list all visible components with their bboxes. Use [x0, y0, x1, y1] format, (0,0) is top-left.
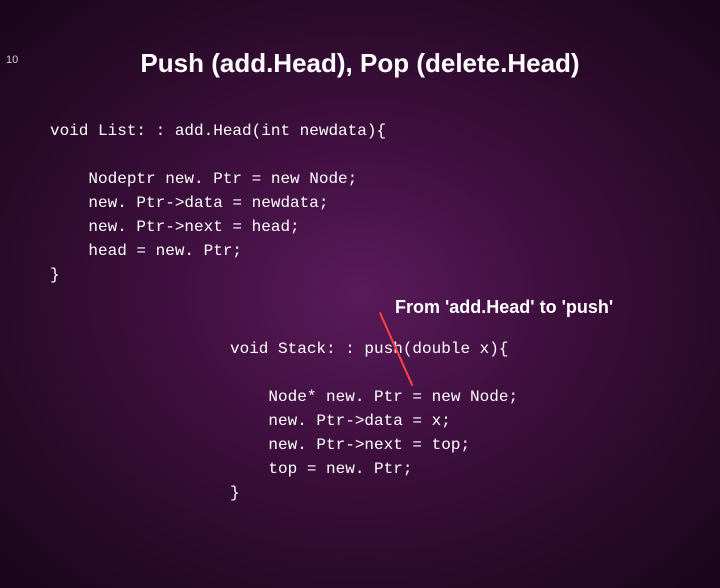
slide-number: 10 [6, 54, 18, 66]
slide-title: Push (add.Head), Pop (delete.Head) [0, 48, 720, 79]
annotation-text: From 'add.Head' to 'push' [395, 297, 613, 318]
code-block-addhead: void List: : add.Head(int newdata){ Node… [50, 119, 720, 287]
arrow-icon [346, 313, 382, 383]
code-block-push: void Stack: : push(double x){ Node* new.… [230, 337, 720, 505]
